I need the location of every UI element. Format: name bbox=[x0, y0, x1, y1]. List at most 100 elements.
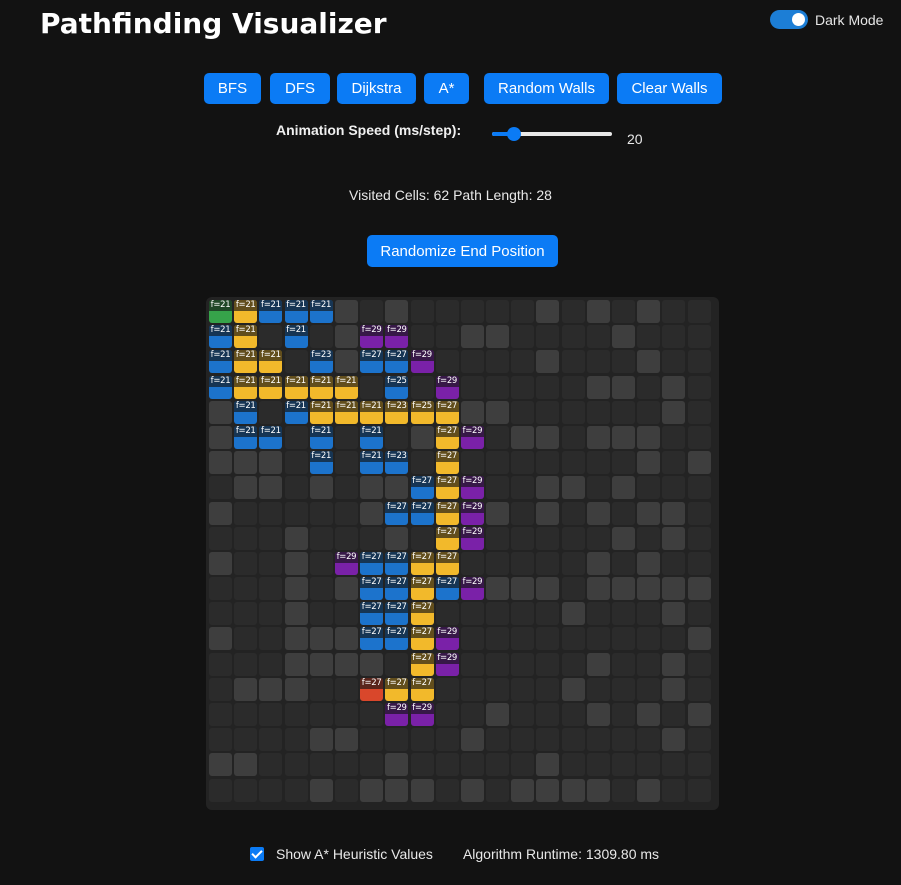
grid-cell[interactable] bbox=[410, 325, 434, 349]
grid-cell[interactable] bbox=[234, 451, 258, 475]
grid-cell[interactable] bbox=[410, 753, 434, 777]
grid-cell[interactable]: f=29 bbox=[385, 703, 409, 726]
grid-cell[interactable] bbox=[511, 677, 535, 701]
grid-cell[interactable] bbox=[662, 400, 686, 424]
grid-cell[interactable]: f=21 bbox=[234, 375, 258, 399]
grid-cell[interactable]: f=27 bbox=[435, 551, 459, 575]
grid-cell[interactable] bbox=[612, 451, 635, 475]
grid-cell[interactable] bbox=[360, 375, 384, 399]
grid-cell[interactable] bbox=[410, 375, 434, 399]
grid-cell[interactable] bbox=[687, 577, 711, 601]
grid-cell[interactable] bbox=[234, 753, 258, 777]
grid-cell[interactable] bbox=[460, 728, 484, 752]
grid-cell[interactable] bbox=[259, 501, 283, 525]
grid-cell[interactable] bbox=[234, 476, 258, 500]
grid-cell[interactable]: f=25 bbox=[410, 400, 434, 424]
grid-cell[interactable] bbox=[561, 677, 585, 701]
grid-cell[interactable] bbox=[586, 551, 610, 575]
grid-cell[interactable] bbox=[309, 501, 333, 525]
grid-cell[interactable] bbox=[486, 652, 510, 676]
grid-cell[interactable] bbox=[460, 753, 484, 777]
grid-cell[interactable] bbox=[360, 501, 384, 525]
grid-cell[interactable] bbox=[662, 375, 686, 399]
grid-cell[interactable]: f=27 bbox=[410, 652, 434, 676]
grid-cell[interactable]: f=21 bbox=[284, 300, 308, 323]
grid-cell[interactable] bbox=[637, 627, 661, 651]
grid-cell[interactable] bbox=[334, 300, 358, 323]
dijkstra-button[interactable]: Dijkstra bbox=[337, 73, 416, 104]
grid-cell[interactable] bbox=[662, 627, 686, 651]
grid-cell[interactable] bbox=[637, 602, 661, 626]
grid-cell[interactable] bbox=[486, 778, 510, 802]
grid-cell[interactable] bbox=[284, 703, 308, 726]
grid-cell[interactable]: f=29 bbox=[410, 703, 434, 726]
grid-cell[interactable] bbox=[460, 703, 484, 726]
grid-cell[interactable] bbox=[309, 602, 333, 626]
grid-cell[interactable] bbox=[234, 501, 258, 525]
astar-button[interactable]: A* bbox=[424, 73, 469, 104]
grid-cell[interactable] bbox=[486, 728, 510, 752]
grid-cell[interactable] bbox=[561, 300, 585, 323]
grid-cell[interactable] bbox=[536, 501, 560, 525]
grid-cell[interactable] bbox=[612, 577, 635, 601]
grid-cell[interactable]: f=21 bbox=[284, 400, 308, 424]
grid-cell[interactable] bbox=[385, 753, 409, 777]
grid-cell[interactable]: f=21 bbox=[309, 451, 333, 475]
grid-cell[interactable] bbox=[536, 778, 560, 802]
grid-cell[interactable]: f=21 bbox=[209, 350, 232, 374]
grid-cell[interactable] bbox=[687, 350, 711, 374]
grid-cell[interactable] bbox=[385, 778, 409, 802]
grid-cell[interactable] bbox=[637, 375, 661, 399]
grid-cell[interactable] bbox=[460, 551, 484, 575]
grid-cell[interactable] bbox=[435, 300, 459, 323]
grid-cell[interactable]: f=29 bbox=[460, 501, 484, 525]
grid-cell[interactable] bbox=[511, 325, 535, 349]
grid-cell[interactable]: f=29 bbox=[435, 652, 459, 676]
grid-cell[interactable]: f=27 bbox=[435, 476, 459, 500]
grid-cell[interactable] bbox=[334, 703, 358, 726]
grid-cell[interactable] bbox=[586, 753, 610, 777]
grid-cell[interactable]: f=27 bbox=[385, 602, 409, 626]
grid-cell[interactable] bbox=[284, 652, 308, 676]
grid-cell[interactable] bbox=[410, 451, 434, 475]
grid-cell[interactable] bbox=[637, 350, 661, 374]
grid-cell[interactable] bbox=[612, 728, 635, 752]
grid-cell[interactable] bbox=[259, 677, 283, 701]
grid-cell[interactable] bbox=[259, 652, 283, 676]
grid-cell[interactable]: f=21 bbox=[309, 400, 333, 424]
grid-cell[interactable] bbox=[511, 778, 535, 802]
grid-cell[interactable] bbox=[586, 703, 610, 726]
grid-cell[interactable] bbox=[511, 501, 535, 525]
grid-cell[interactable] bbox=[536, 350, 560, 374]
grid-cell[interactable] bbox=[662, 325, 686, 349]
grid-cell[interactable] bbox=[637, 703, 661, 726]
grid-cell[interactable] bbox=[662, 425, 686, 449]
grid-cell[interactable] bbox=[687, 375, 711, 399]
grid-cell[interactable]: f=27 bbox=[435, 526, 459, 550]
grid-cell[interactable] bbox=[209, 400, 232, 424]
grid-cell[interactable]: f=29 bbox=[334, 551, 358, 575]
grid-cell[interactable] bbox=[637, 400, 661, 424]
grid-cell[interactable] bbox=[486, 350, 510, 374]
grid-cell[interactable] bbox=[486, 526, 510, 550]
grid-cell[interactable] bbox=[511, 300, 535, 323]
grid-cell[interactable] bbox=[612, 526, 635, 550]
grid-cell[interactable] bbox=[234, 577, 258, 601]
grid-cell[interactable] bbox=[209, 602, 232, 626]
grid-cell[interactable] bbox=[612, 325, 635, 349]
grid-cell[interactable] bbox=[284, 526, 308, 550]
grid-cell[interactable] bbox=[662, 501, 686, 525]
grid-cell[interactable] bbox=[662, 677, 686, 701]
grid-cell[interactable] bbox=[309, 703, 333, 726]
grid-cell[interactable] bbox=[486, 551, 510, 575]
grid-cell[interactable]: f=21 bbox=[209, 325, 232, 349]
grid-cell[interactable] bbox=[511, 551, 535, 575]
grid-cell[interactable] bbox=[486, 627, 510, 651]
grid-cell[interactable] bbox=[259, 400, 283, 424]
grid-cell[interactable] bbox=[662, 703, 686, 726]
grid-cell[interactable] bbox=[561, 577, 585, 601]
grid-cell[interactable] bbox=[637, 577, 661, 601]
grid-cell[interactable] bbox=[612, 400, 635, 424]
grid-cell[interactable] bbox=[586, 602, 610, 626]
grid-cell[interactable] bbox=[486, 577, 510, 601]
